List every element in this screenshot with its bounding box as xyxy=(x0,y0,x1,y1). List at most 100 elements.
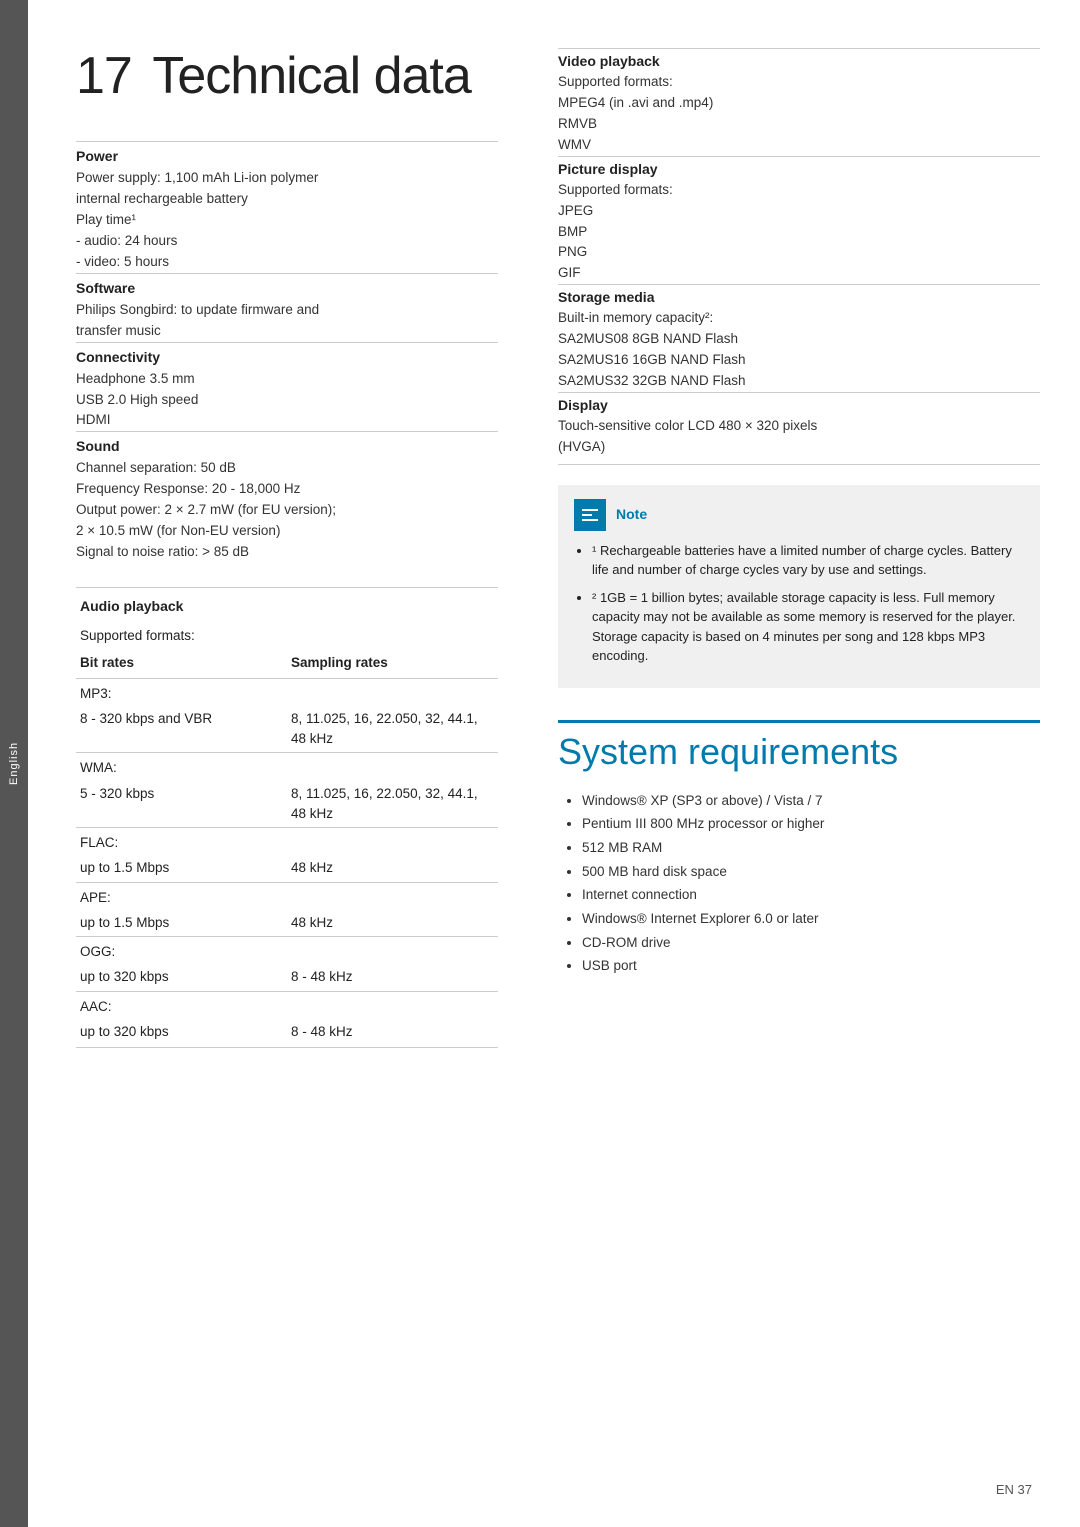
note-item-1: ² 1GB = 1 billion bytes; available stora… xyxy=(592,588,1024,666)
connectivity-line-2: HDMI xyxy=(76,412,111,427)
section-audio-playback: Audio playback Supported formats: Bit ra… xyxy=(76,587,498,1048)
software-line-0: Philips Songbird: to update firmware and xyxy=(76,302,319,317)
sysreq-item-0: Windows® XP (SP3 or above) / Vista / 7 xyxy=(582,789,1040,813)
ape-sampling: 48 kHz xyxy=(287,910,498,937)
right-column: Video playback Supported formats: MPEG4 … xyxy=(538,48,1080,1487)
power-line-0: Power supply: 1,100 mAh Li-ion polymer xyxy=(76,170,318,185)
audio-col-header-row: Bit rates Sampling rates xyxy=(76,649,498,678)
sysreq-item-7: USB port xyxy=(582,954,1040,978)
connectivity-line-0: Headphone 3.5 mm xyxy=(76,371,195,386)
display-line-0: Touch-sensitive color LCD 480 × 320 pixe… xyxy=(558,418,817,433)
audio-format-wma-label: WMA: xyxy=(76,753,498,781)
video-title: Video playback xyxy=(558,53,1040,69)
wma-label: WMA: xyxy=(76,753,498,781)
ape-label: APE: xyxy=(76,882,498,910)
audio-format-aac-label: AAC: xyxy=(76,991,498,1019)
power-line-1: internal rechargeable battery xyxy=(76,191,248,206)
section-display: Display Touch-sensitive color LCD 480 × … xyxy=(558,392,1040,465)
sysreq-item-1: Pentium III 800 MHz processor or higher xyxy=(582,812,1040,836)
main-content: 17 Technical data Power Power supply: 1,… xyxy=(28,0,1080,1527)
sysreq-item-2: 512 MB RAM xyxy=(582,836,1040,860)
mp3-sampling: 8, 11.025, 16, 22.050, 32, 44.1, 48 kHz xyxy=(287,706,498,753)
system-requirements-section: System requirements Windows® XP (SP3 or … xyxy=(558,720,1040,978)
display-body: Touch-sensitive color LCD 480 × 320 pixe… xyxy=(558,416,1040,458)
sysreq-item-6: CD-ROM drive xyxy=(582,931,1040,955)
storage-line-2: SA2MUS16 16GB NAND Flash xyxy=(558,352,746,367)
note-label: Note xyxy=(616,504,647,525)
aac-bitrate: up to 320 kbps xyxy=(76,1019,287,1048)
sound-line-3: 2 × 10.5 mW (for Non-EU version) xyxy=(76,523,280,538)
col-header-sampling: Sampling rates xyxy=(287,649,498,678)
mp3-label: MP3: xyxy=(76,678,498,706)
audio-format-wma-values: 5 - 320 kbps 8, 11.025, 16, 22.050, 32, … xyxy=(76,781,498,828)
ogg-label: OGG: xyxy=(76,937,498,965)
audio-format-ape-values: up to 1.5 Mbps 48 kHz xyxy=(76,910,498,937)
audio-table: Audio playback Supported formats: Bit ra… xyxy=(76,587,498,1048)
note-list: ¹ Rechargeable batteries have a limited … xyxy=(574,541,1024,666)
section-storage-media: Storage media Built-in memory capacity²:… xyxy=(558,284,1040,392)
sound-line-2: Output power: 2 × 2.7 mW (for EU version… xyxy=(76,502,336,517)
power-title: Power xyxy=(76,148,498,164)
picture-line-3: PNG xyxy=(558,244,587,259)
section-connectivity: Connectivity Headphone 3.5 mm USB 2.0 Hi… xyxy=(76,342,498,432)
flac-sampling: 48 kHz xyxy=(287,855,498,882)
audio-format-aac-values: up to 320 kbps 8 - 48 kHz xyxy=(76,1019,498,1048)
software-divider xyxy=(76,273,498,274)
connectivity-divider xyxy=(76,342,498,343)
storage-line-3: SA2MUS32 32GB NAND Flash xyxy=(558,373,746,388)
wma-bitrate: 5 - 320 kbps xyxy=(76,781,287,828)
section-picture-display: Picture display Supported formats: JPEG … xyxy=(558,156,1040,285)
video-line-2: RMVB xyxy=(558,116,597,131)
note-icon-lines xyxy=(582,509,598,521)
audio-format-ogg-values: up to 320 kbps 8 - 48 kHz xyxy=(76,964,498,991)
mp3-bitrate: 8 - 320 kbps and VBR xyxy=(76,706,287,753)
connectivity-line-1: USB 2.0 High speed xyxy=(76,392,198,407)
sysreq-item-5: Windows® Internet Explorer 6.0 or later xyxy=(582,907,1040,931)
sound-divider xyxy=(76,431,498,432)
picture-body: Supported formats: JPEG BMP PNG GIF xyxy=(558,180,1040,285)
aac-sampling: 8 - 48 kHz xyxy=(287,1019,498,1048)
software-title: Software xyxy=(76,280,498,296)
picture-divider xyxy=(558,156,1040,157)
audio-format-mp3-values: 8 - 320 kbps and VBR 8, 11.025, 16, 22.0… xyxy=(76,706,498,753)
video-body: Supported formats: MPEG4 (in .avi and .m… xyxy=(558,72,1040,156)
title-text: Technical data xyxy=(152,47,470,105)
sound-body: Channel separation: 50 dB Frequency Resp… xyxy=(76,458,498,563)
ape-bitrate: up to 1.5 Mbps xyxy=(76,910,287,937)
title-number: 17 xyxy=(76,47,132,105)
system-req-title: System requirements xyxy=(558,720,1040,773)
connectivity-body: Headphone 3.5 mm USB 2.0 High speed HDMI xyxy=(76,369,498,432)
picture-title: Picture display xyxy=(558,161,1040,177)
section-sound: Sound Channel separation: 50 dB Frequenc… xyxy=(76,431,498,563)
sysreq-item-3: 500 MB hard disk space xyxy=(582,860,1040,884)
power-divider xyxy=(76,141,498,142)
note-icon-line-1 xyxy=(582,509,598,511)
ogg-sampling: 8 - 48 kHz xyxy=(287,964,498,991)
sysreq-item-4: Internet connection xyxy=(582,883,1040,907)
page-number: EN 37 xyxy=(996,1482,1032,1497)
aac-label: AAC: xyxy=(76,991,498,1019)
sound-line-1: Frequency Response: 20 - 18,000 Hz xyxy=(76,481,300,496)
left-column: 17 Technical data Power Power supply: 1,… xyxy=(28,48,538,1487)
picture-line-1: JPEG xyxy=(558,203,593,218)
software-line-1: transfer music xyxy=(76,323,161,338)
picture-line-4: GIF xyxy=(558,265,581,280)
connectivity-title: Connectivity xyxy=(76,349,498,365)
flac-label: FLAC: xyxy=(76,828,498,856)
section-power: Power Power supply: 1,100 mAh Li-ion pol… xyxy=(76,141,498,273)
page-container: English 17 Technical data Power Power su… xyxy=(0,0,1080,1527)
sound-line-0: Channel separation: 50 dB xyxy=(76,460,236,475)
audio-format-ape-label: APE: xyxy=(76,882,498,910)
sound-line-4: Signal to noise ratio: > 85 dB xyxy=(76,544,249,559)
audio-supported-row: Supported formats: xyxy=(76,620,498,649)
note-header: Note xyxy=(574,499,1024,531)
system-req-list: Windows® XP (SP3 or above) / Vista / 7 P… xyxy=(558,789,1040,978)
ogg-bitrate: up to 320 kbps xyxy=(76,964,287,991)
flac-bitrate: up to 1.5 Mbps xyxy=(76,855,287,882)
audio-header-row: Audio playback xyxy=(76,588,498,621)
audio-format-mp3-label: MP3: xyxy=(76,678,498,706)
audio-format-ogg-label: OGG: xyxy=(76,937,498,965)
display-title: Display xyxy=(558,397,1040,413)
video-line-1: MPEG4 (in .avi and .mp4) xyxy=(558,95,713,110)
storage-body: Built-in memory capacity²: SA2MUS08 8GB … xyxy=(558,308,1040,392)
